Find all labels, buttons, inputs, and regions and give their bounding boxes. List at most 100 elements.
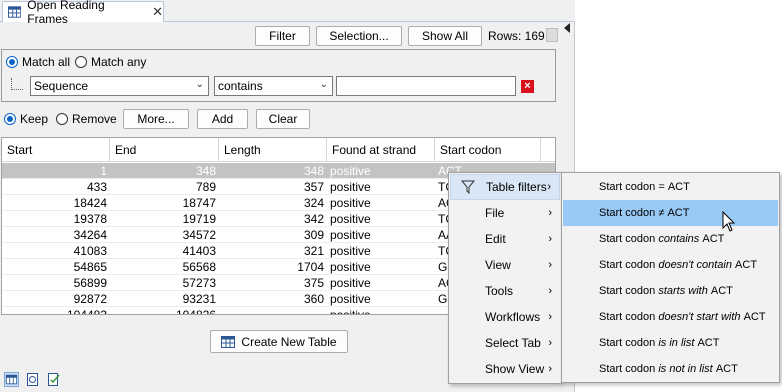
show-all-button[interactable]: Show All [408, 26, 482, 46]
radio-remove[interactable] [56, 113, 68, 125]
filter-button[interactable]: Filter [255, 26, 310, 46]
cell-strand: positive [330, 195, 371, 210]
clear-button[interactable]: Clear [256, 109, 310, 129]
cell-strand: positive [330, 275, 371, 290]
filter-option-column: Start codon [599, 311, 656, 323]
filter-option[interactable]: Start codon doesn't start with ACT [563, 304, 778, 330]
filter-option[interactable]: Start codon ≠ ACT [563, 200, 778, 226]
filter-option-column: Start codon [599, 285, 656, 297]
column-header-end[interactable]: End [110, 138, 219, 162]
cell-length: 360 [303, 291, 324, 306]
cell-start: 104483 [66, 307, 107, 315]
cell-end: 34572 [182, 227, 216, 242]
menu-item-label: Workflows [485, 310, 541, 324]
cell-strand: positive [330, 163, 371, 178]
close-icon[interactable]: ✕ [152, 4, 163, 20]
mouse-cursor-icon [722, 211, 736, 232]
selection-button[interactable]: Selection... [316, 26, 402, 46]
tab-bar: Open Reading Frames ✕ [0, 0, 575, 26]
view-switcher [4, 372, 61, 387]
menu-item-table-filters[interactable]: Table filters › [450, 174, 560, 200]
match-any-label: Match any [91, 55, 147, 69]
cell-start: 433 [86, 179, 107, 194]
cell-end: 104826 [175, 307, 216, 315]
filter-value-input[interactable] [336, 76, 516, 96]
add-button[interactable]: Add [197, 109, 248, 129]
radio-match-all[interactable] [6, 56, 18, 68]
column-header-start-codon[interactable]: Start codon [435, 138, 541, 162]
filter-option[interactable]: Start codon starts with ACT [563, 278, 778, 304]
menu-item-edit[interactable]: Edit › [450, 226, 560, 252]
filter-option-value: ACT [710, 285, 733, 297]
cell-length: 1704 [297, 259, 324, 274]
cell-end: 57273 [182, 275, 216, 290]
menu-item-tools[interactable]: Tools › [450, 278, 560, 304]
cell-strand: positive [330, 243, 371, 258]
cell-end: 19719 [182, 211, 216, 226]
chevron-right-icon: › [548, 285, 552, 297]
radio-match-any[interactable] [75, 56, 87, 68]
menu-item-view[interactable]: View › [450, 252, 560, 278]
filter-option-value: ACT [743, 311, 766, 323]
table-icon [8, 6, 22, 18]
cell-length: 309 [303, 227, 324, 242]
chevron-right-icon: › [548, 311, 552, 323]
menu-item-workflows[interactable]: Workflows › [450, 304, 560, 330]
filter-option[interactable]: Start codon contains ACT [563, 226, 778, 252]
more-button[interactable]: More... [123, 109, 189, 129]
remove-option[interactable]: Remove [56, 112, 117, 126]
filter-option[interactable]: Start codon doesn't contain ACT [563, 252, 778, 278]
filter-option[interactable]: Start codon = ACT [563, 174, 778, 200]
tab-open-reading-frames[interactable]: Open Reading Frames ✕ [2, 0, 164, 26]
radio-keep[interactable] [4, 113, 16, 125]
menu-item-label: Edit [485, 232, 506, 246]
menu-item-label: Tools [485, 284, 514, 298]
filter-option-operator: ≠ [658, 207, 665, 219]
funnel-icon [461, 180, 475, 194]
menu-item-select-tab[interactable]: Select Tab › [450, 330, 560, 356]
keep-option[interactable]: Keep [4, 112, 48, 126]
chevron-right-icon: › [548, 337, 552, 349]
chevron-right-icon: › [548, 259, 552, 271]
cell-end: 348 [195, 163, 216, 178]
scrollbar-thumb[interactable] [546, 28, 558, 42]
match-any-option[interactable]: Match any [75, 55, 146, 69]
menu-item-file[interactable]: File › [450, 200, 560, 226]
cell-length: 357 [303, 179, 324, 194]
menu-item-label: View [485, 258, 511, 272]
remove-criterion-icon[interactable]: × [521, 80, 534, 93]
filter-option[interactable]: Start codon is in list ACT [563, 330, 778, 356]
match-all-label: Match all [22, 55, 71, 69]
menu-item-show-view[interactable]: Show View › [450, 356, 560, 382]
create-new-table-label: Create New Table [241, 334, 337, 349]
cell-end: 18747 [182, 195, 216, 210]
match-all-option[interactable]: Match all [6, 55, 70, 69]
annotation-view-icon[interactable] [25, 372, 40, 387]
table-view-icon[interactable] [4, 372, 19, 387]
cell-length: 321 [303, 243, 324, 258]
filter-option[interactable]: Start codon is not in list ACT [563, 356, 778, 382]
menu-item-label: Select Tab [485, 336, 541, 350]
tree-connector [11, 78, 23, 90]
cell-length: 348 [303, 163, 324, 178]
filter-option-value: ACT [715, 363, 738, 375]
operator-select[interactable]: contains ⌄ [214, 76, 333, 96]
filter-option-operator: contains [658, 233, 700, 245]
cell-end: 93231 [182, 291, 216, 306]
collapse-arrow-icon[interactable] [563, 23, 571, 33]
field-select[interactable]: Sequence ⌄ [30, 76, 209, 96]
cell-strand: positive [330, 291, 371, 306]
create-new-table-button[interactable]: Create New Table [210, 330, 348, 353]
context-menu: Table filters › File › Edit › View › Tools › Workf… [448, 172, 562, 384]
advanced-filter-box: Match all Match any Sequence ⌄ contains … [1, 49, 556, 102]
column-header-start[interactable]: Start [2, 138, 110, 162]
column-header-length[interactable]: Length [219, 138, 327, 162]
column-header-strand[interactable]: Found at strand [327, 138, 435, 162]
cell-strand: positive [330, 227, 371, 242]
chevron-right-icon: › [547, 181, 551, 193]
checklist-view-icon[interactable] [46, 372, 61, 387]
chevron-right-icon: › [548, 233, 552, 245]
cell-start: 18424 [73, 195, 107, 210]
filter-option-operator: is in list [658, 337, 695, 349]
chevron-right-icon: › [548, 363, 552, 375]
